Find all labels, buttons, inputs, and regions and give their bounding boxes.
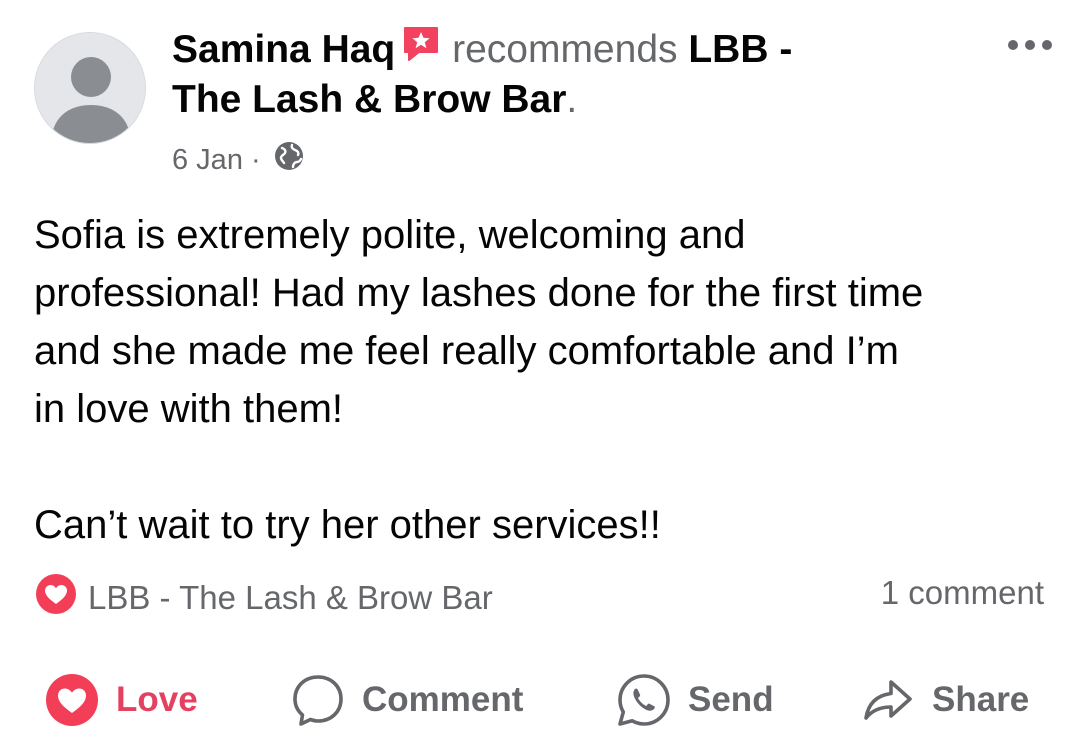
page-name-part2: The Lash & Brow Bar	[172, 78, 567, 121]
title-period: .	[566, 78, 578, 121]
page-name-part1: LBB -	[688, 28, 793, 71]
post-meta: 6 Jan ·	[172, 140, 305, 180]
share-label: Share	[932, 680, 1030, 719]
more-dot-icon	[1042, 40, 1052, 50]
love-icon	[46, 674, 98, 726]
comment-label: Comment	[362, 680, 524, 719]
more-options-button[interactable]	[1008, 40, 1052, 50]
love-label: Love	[116, 680, 198, 719]
share-button[interactable]: Share	[860, 672, 1029, 728]
reactions-summary[interactable]: LBB - The Lash & Brow Bar	[34, 572, 493, 624]
action-bar: Love Comment Send Share	[0, 660, 1080, 740]
post-title: Samina Haq recommends LBB - The Lash & Br…	[172, 24, 962, 124]
recommend-badge-icon	[401, 24, 441, 76]
post-date[interactable]: 6 Jan	[172, 144, 243, 177]
comments-count[interactable]: 1 comment	[881, 574, 1044, 612]
post-header: Samina Haq recommends LBB - The Lash & Br…	[172, 24, 962, 124]
send-label: Send	[688, 680, 774, 719]
post-body: Sofia is extremely polite, welcoming and…	[34, 213, 924, 547]
meta-separator: ·	[250, 143, 261, 176]
share-icon	[864, 680, 912, 720]
more-dot-icon	[1008, 40, 1018, 50]
recommends-verb: recommends	[452, 28, 678, 71]
author-name[interactable]: Samina Haq	[172, 28, 395, 71]
default-avatar-icon	[35, 33, 145, 143]
avatar[interactable]	[34, 32, 146, 144]
globe-icon[interactable]	[273, 140, 305, 180]
heart-reaction-icon	[34, 572, 78, 624]
whatsapp-icon	[618, 674, 670, 726]
comment-button[interactable]: Comment	[290, 672, 523, 728]
reactions-label: LBB - The Lash & Brow Bar	[88, 579, 493, 616]
love-button[interactable]: Love	[44, 672, 198, 728]
more-dot-icon	[1025, 40, 1035, 50]
comment-icon	[293, 675, 343, 726]
send-button[interactable]: Send	[616, 672, 774, 728]
